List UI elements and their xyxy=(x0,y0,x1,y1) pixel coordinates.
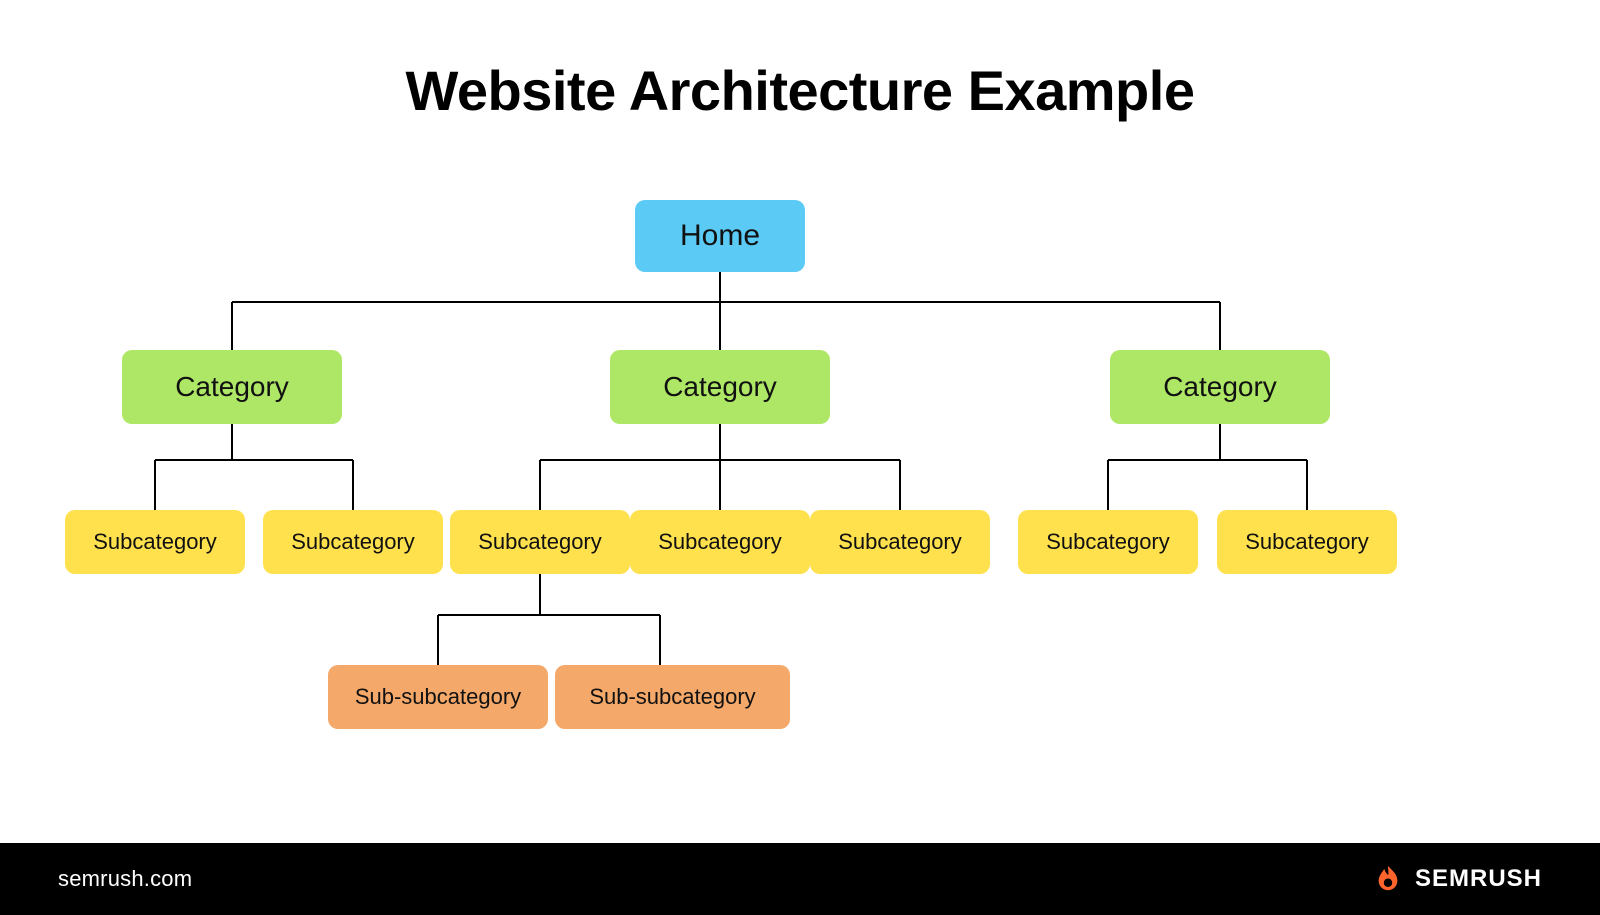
connectors xyxy=(0,0,1600,915)
node-subsubcategory-1: Sub-subcategory xyxy=(328,665,548,729)
node-category-3: Category xyxy=(1110,350,1330,424)
node-subcategory-2-1: Subcategory xyxy=(450,510,630,574)
footer-site: semrush.com xyxy=(58,866,192,892)
node-subcategory-1-2: Subcategory xyxy=(263,510,443,574)
brand: SEMRUSH xyxy=(1373,864,1542,894)
footer: semrush.com SEMRUSH xyxy=(0,843,1600,915)
node-category-2: Category xyxy=(610,350,830,424)
node-subcategory-2-3: Subcategory xyxy=(810,510,990,574)
node-subsubcategory-2: Sub-subcategory xyxy=(555,665,790,729)
diagram-stage: Website Architecture Example xyxy=(0,0,1600,915)
node-category-1: Category xyxy=(122,350,342,424)
node-subcategory-1-1: Subcategory xyxy=(65,510,245,574)
node-subcategory-3-1: Subcategory xyxy=(1018,510,1198,574)
node-home: Home xyxy=(635,200,805,272)
brand-word: SEMRUSH xyxy=(1415,865,1542,893)
node-subcategory-3-2: Subcategory xyxy=(1217,510,1397,574)
node-subcategory-2-2: Subcategory xyxy=(630,510,810,574)
flame-icon xyxy=(1373,864,1403,894)
